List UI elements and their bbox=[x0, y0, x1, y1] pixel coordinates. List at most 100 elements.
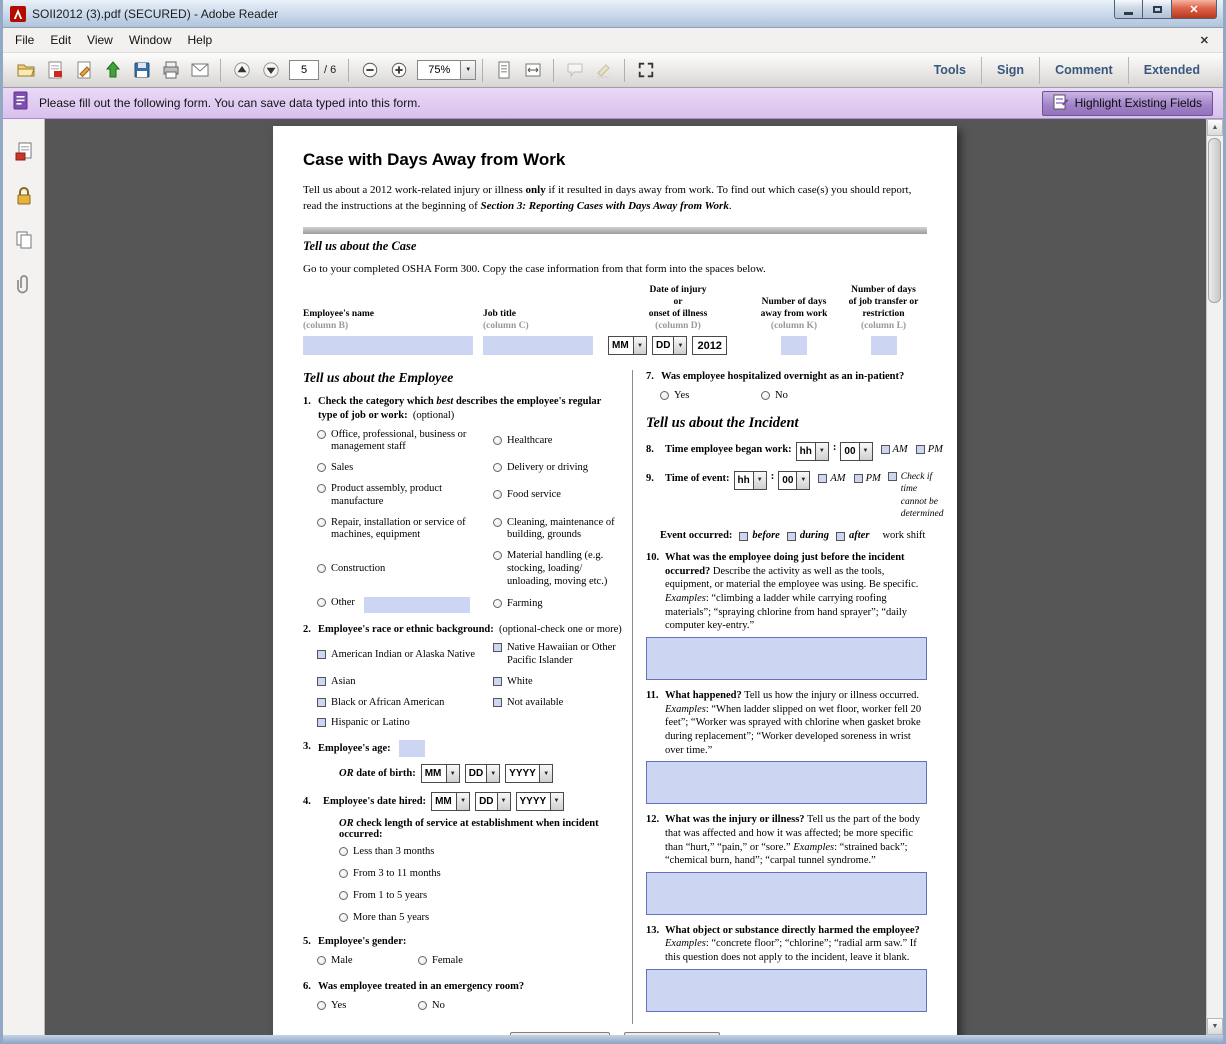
checkbox-asian[interactable]: Asian bbox=[317, 676, 489, 689]
add-new-case-button[interactable]: Add New Case bbox=[510, 1032, 609, 1035]
dropdown-arrow-icon[interactable]: ▼ bbox=[673, 337, 686, 354]
radio-option-food-service[interactable]: Food service bbox=[493, 489, 622, 502]
radio-option-sales[interactable]: Sales bbox=[317, 462, 489, 475]
sticky-note-button[interactable] bbox=[560, 57, 589, 84]
hired-day-dropdown[interactable]: DD▼ bbox=[475, 792, 510, 811]
dropdown-arrow-icon[interactable]: ▼ bbox=[446, 765, 459, 782]
employee-age-field[interactable] bbox=[399, 740, 425, 757]
radio-option-material-handling[interactable]: Material handling (e.g. stocking, loadin… bbox=[493, 550, 622, 588]
dropdown-arrow-icon[interactable]: ▼ bbox=[456, 793, 469, 810]
comment-button[interactable]: Comment bbox=[1040, 63, 1128, 77]
checkbox-not-available[interactable]: Not available bbox=[493, 697, 622, 710]
dropdown-arrow-icon[interactable]: ▼ bbox=[753, 472, 766, 489]
pages-icon[interactable] bbox=[11, 227, 37, 253]
dob-year-dropdown[interactable]: YYYY▼ bbox=[505, 764, 553, 783]
radio-1-5-years[interactable]: From 1 to 5 years bbox=[339, 890, 622, 903]
radio-male[interactable]: Male bbox=[317, 955, 418, 968]
work-start-minute-dropdown[interactable]: 00▼ bbox=[840, 442, 872, 461]
radio-option-construction[interactable]: Construction bbox=[317, 563, 489, 576]
zoom-in-button[interactable] bbox=[384, 57, 413, 84]
save-button[interactable] bbox=[127, 57, 156, 84]
maximize-button[interactable] bbox=[1143, 0, 1172, 19]
dropdown-arrow-icon[interactable]: ▼ bbox=[815, 443, 828, 460]
other-text-field[interactable] bbox=[364, 597, 470, 613]
checkbox-hispanic[interactable]: Hispanic or Latino bbox=[317, 717, 489, 730]
employee-name-field[interactable] bbox=[303, 336, 473, 355]
titlebar[interactable]: SOII2012 (3).pdf (SECURED) - Adobe Reade… bbox=[3, 0, 1223, 28]
radio-er-no[interactable]: No bbox=[418, 1000, 519, 1013]
minimize-button[interactable] bbox=[1114, 0, 1143, 19]
radio-hospitalized-yes[interactable]: Yes bbox=[660, 390, 761, 403]
highlight-fields-button[interactable]: Highlight Existing Fields bbox=[1042, 91, 1213, 116]
checkbox-american-indian[interactable]: American Indian or Alaska Native bbox=[317, 649, 489, 662]
menu-file[interactable]: File bbox=[7, 30, 42, 50]
menu-edit[interactable]: Edit bbox=[42, 30, 79, 50]
tools-button[interactable]: Tools bbox=[919, 63, 981, 77]
checkbox-black[interactable]: Black or African American bbox=[317, 697, 489, 710]
extended-button[interactable]: Extended bbox=[1129, 63, 1215, 77]
dropdown-arrow-icon[interactable]: ▼ bbox=[486, 765, 499, 782]
hired-month-dropdown[interactable]: MM▼ bbox=[431, 792, 470, 811]
injury-month-dropdown[interactable]: MM▼ bbox=[608, 336, 647, 355]
zoom-level-control[interactable]: 75% ▼ bbox=[417, 60, 476, 80]
checkbox-native-hawaiian[interactable]: Native Hawaiian or Other Pacific Islande… bbox=[493, 642, 622, 668]
scroll-down-button[interactable]: ▼ bbox=[1207, 1018, 1223, 1035]
zoom-level-value[interactable]: 75% bbox=[418, 61, 460, 79]
radio-option-other[interactable]: Other bbox=[317, 597, 489, 613]
radio-option-assembly[interactable]: Product assembly, product manufacture bbox=[317, 483, 489, 509]
radio-option-cleaning[interactable]: Cleaning, maintenance of building, groun… bbox=[493, 517, 622, 543]
job-title-field[interactable] bbox=[483, 336, 593, 355]
checkbox-white[interactable]: White bbox=[493, 676, 622, 689]
zoom-out-button[interactable] bbox=[355, 57, 384, 84]
page-number-input[interactable]: 5 bbox=[289, 60, 319, 80]
fullscreen-button[interactable] bbox=[631, 57, 660, 84]
time-undetermined-checkbox[interactable]: Check if time cannot be determined bbox=[888, 471, 944, 520]
radio-er-yes[interactable]: Yes bbox=[317, 1000, 418, 1013]
injury-day-dropdown[interactable]: DD▼ bbox=[652, 336, 687, 355]
q13-answer-textarea[interactable] bbox=[646, 969, 927, 1012]
menu-help[interactable]: Help bbox=[180, 30, 221, 50]
event-minute-dropdown[interactable]: 00▼ bbox=[778, 471, 810, 490]
radio-female[interactable]: Female bbox=[418, 955, 519, 968]
zoom-dropdown-arrow-icon[interactable]: ▼ bbox=[460, 61, 475, 79]
previous-page-button[interactable] bbox=[227, 57, 256, 84]
scroll-mode-button[interactable] bbox=[489, 57, 518, 84]
dob-day-dropdown[interactable]: DD▼ bbox=[465, 764, 500, 783]
dropdown-arrow-icon[interactable]: ▼ bbox=[796, 472, 809, 489]
event-hour-dropdown[interactable]: hh▼ bbox=[734, 471, 767, 490]
attachments-paperclip-icon[interactable] bbox=[11, 271, 37, 297]
scrollbar-thumb[interactable] bbox=[1208, 138, 1221, 303]
radio-3-11-months[interactable]: From 3 to 11 months bbox=[339, 868, 622, 881]
radio-option-repair[interactable]: Repair, installation or service of machi… bbox=[317, 517, 489, 543]
job-transfer-days-field[interactable] bbox=[871, 336, 897, 355]
dropdown-arrow-icon[interactable]: ▼ bbox=[859, 443, 872, 460]
q12-answer-textarea[interactable] bbox=[646, 872, 927, 915]
sign-button[interactable]: Sign bbox=[982, 63, 1039, 77]
dob-month-dropdown[interactable]: MM▼ bbox=[421, 764, 460, 783]
event-pm-checkbox[interactable]: PM bbox=[854, 473, 881, 484]
radio-option-healthcare[interactable]: Healthcare bbox=[493, 435, 622, 448]
event-am-checkbox[interactable]: AM bbox=[818, 473, 845, 484]
work-start-pm-checkbox[interactable]: PM bbox=[916, 444, 943, 455]
radio-hospitalized-no[interactable]: No bbox=[761, 390, 862, 403]
before-shift-checkbox[interactable]: before bbox=[739, 530, 779, 541]
document-close-icon[interactable]: ✕ bbox=[1190, 34, 1219, 47]
remove-case-button[interactable]: Remove Case bbox=[624, 1032, 720, 1035]
share-upload-button[interactable] bbox=[98, 57, 127, 84]
after-shift-checkbox[interactable]: after bbox=[836, 530, 869, 541]
close-button[interactable]: ✕ bbox=[1172, 0, 1217, 19]
attach-pdf-button[interactable] bbox=[40, 57, 69, 84]
scrollbar-track[interactable] bbox=[1207, 136, 1223, 1018]
radio-more-5-years[interactable]: More than 5 years bbox=[339, 912, 622, 925]
next-page-button[interactable] bbox=[256, 57, 285, 84]
work-start-hour-dropdown[interactable]: hh▼ bbox=[796, 442, 829, 461]
sign-pen-button[interactable] bbox=[69, 57, 98, 84]
scroll-up-button[interactable]: ▲ bbox=[1207, 119, 1223, 136]
q10-answer-textarea[interactable] bbox=[646, 637, 927, 680]
radio-option-office[interactable]: Office, professional, business or manage… bbox=[317, 429, 489, 455]
open-button[interactable] bbox=[11, 57, 40, 84]
menu-view[interactable]: View bbox=[79, 30, 121, 50]
work-start-am-checkbox[interactable]: AM bbox=[881, 444, 908, 455]
highlight-text-button[interactable] bbox=[589, 57, 618, 84]
radio-option-farming[interactable]: Farming bbox=[493, 598, 622, 611]
